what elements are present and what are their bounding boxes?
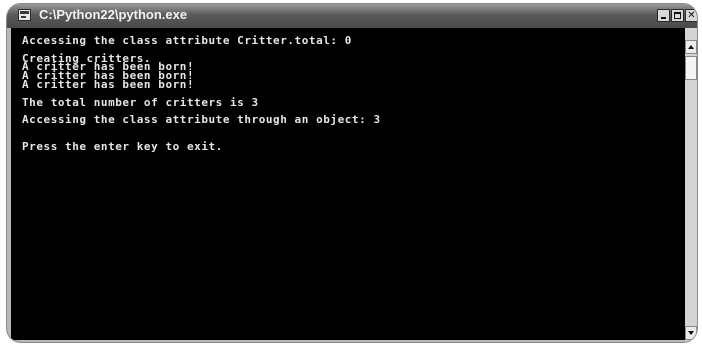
console-window: C:\Python22\python.exe ✕ Accessing the c…: [7, 4, 697, 342]
title-bar[interactable]: C:\Python22\python.exe ✕: [7, 4, 697, 28]
minimize-button[interactable]: [657, 9, 670, 22]
close-button[interactable]: ✕: [685, 9, 697, 22]
scroll-down-button[interactable]: [685, 326, 697, 340]
console-line: Press the enter key to exit.: [22, 139, 223, 153]
console-line: A critter has been born!: [22, 77, 195, 91]
console-text: Accessing the class attribute Critter.to…: [22, 34, 381, 153]
console-line: Accessing the class attribute through an…: [22, 113, 381, 127]
maximize-button[interactable]: [671, 9, 684, 22]
close-icon: ✕: [687, 10, 696, 21]
minimize-icon: [661, 17, 666, 19]
scroll-up-button[interactable]: [685, 40, 697, 54]
console-line: The total number of critters is 3: [22, 95, 259, 109]
scroll-thumb[interactable]: [685, 56, 697, 80]
arrow-up-icon: [688, 45, 694, 49]
maximize-icon: [674, 12, 681, 19]
arrow-down-icon: [688, 331, 694, 335]
console-output-area[interactable]: Accessing the class attribute Critter.to…: [11, 28, 685, 340]
console-line: Accessing the class attribute Critter.to…: [22, 34, 352, 47]
window-title: C:\Python22\python.exe: [39, 7, 188, 22]
console-app-icon[interactable]: [18, 9, 31, 21]
vertical-scrollbar[interactable]: [685, 28, 697, 342]
